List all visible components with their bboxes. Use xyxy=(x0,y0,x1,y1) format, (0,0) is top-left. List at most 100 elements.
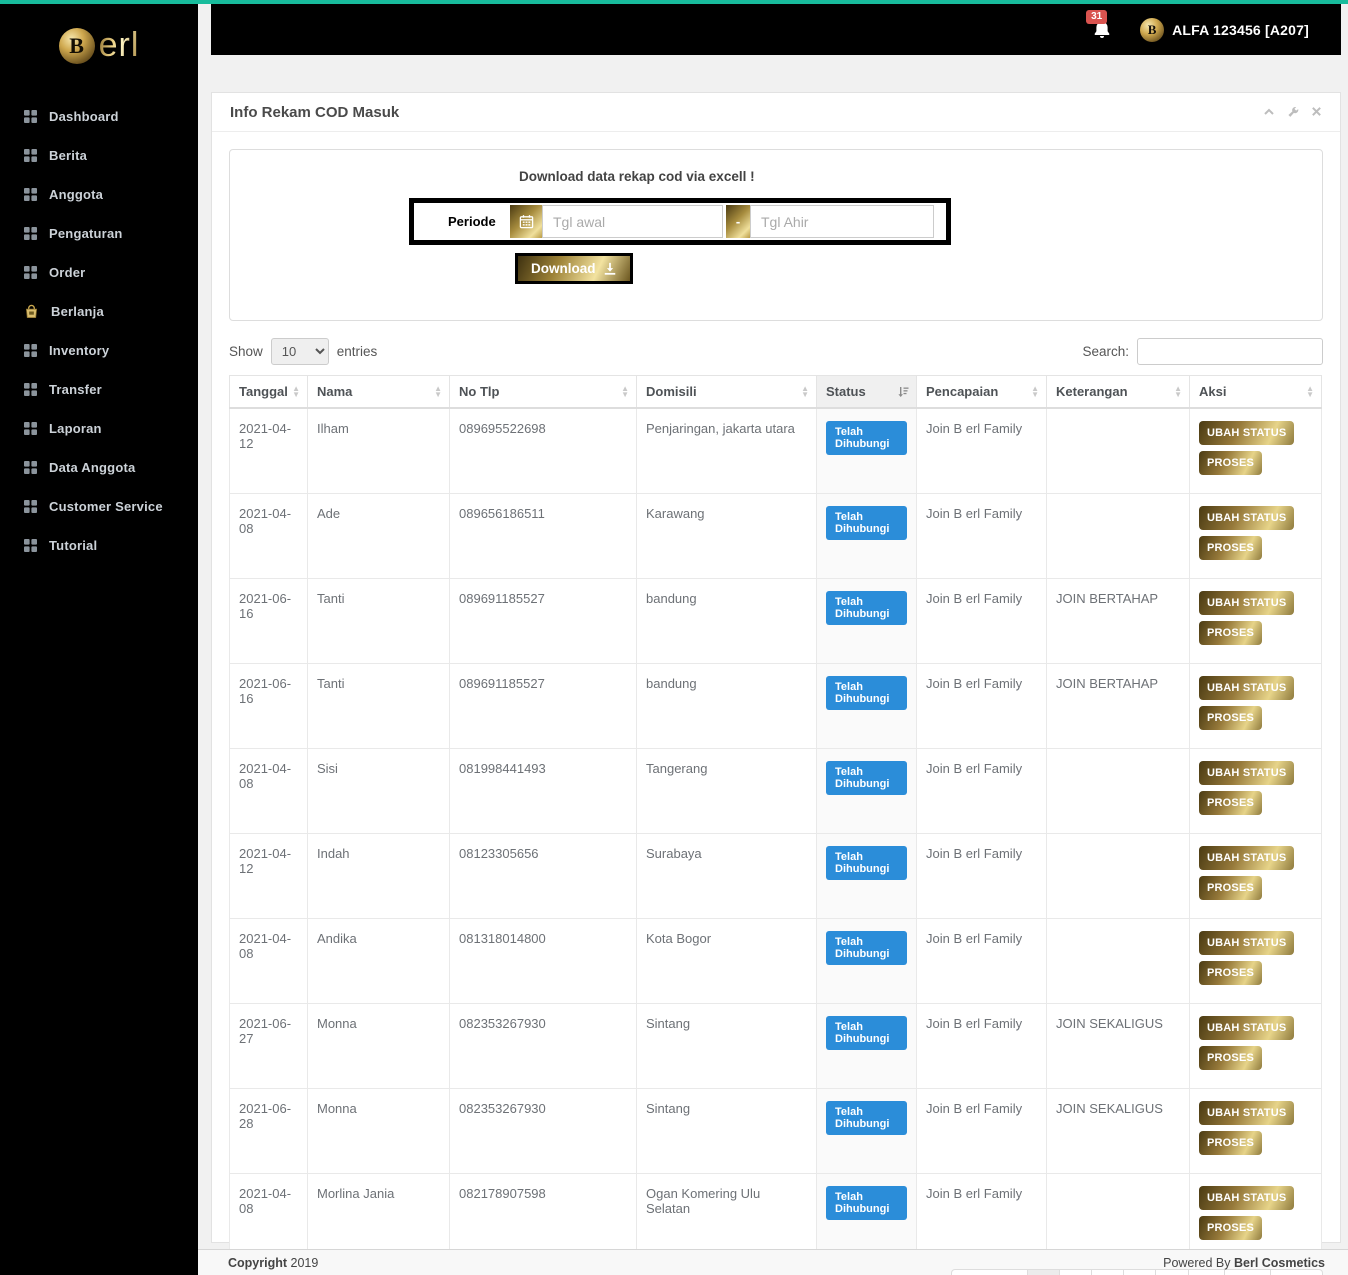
download-button[interactable]: Download xyxy=(515,253,633,284)
cell-pencapaian: Join B erl Family xyxy=(916,1003,1047,1089)
date-separator: - xyxy=(726,205,750,238)
brand-logo[interactable]: B erl xyxy=(0,4,198,83)
notification-count-badge: 31 xyxy=(1086,9,1108,24)
sidebar-item-label: Berlanja xyxy=(51,304,104,319)
proses-button[interactable]: PROSES xyxy=(1199,791,1263,815)
ubah-status-button[interactable]: UBAH STATUS xyxy=(1199,846,1295,870)
sort-icon: ▲ ▼ xyxy=(621,383,629,399)
column-header-no-tlp[interactable]: No Tlp ▲ ▼ xyxy=(449,375,637,409)
column-header-pencapaian[interactable]: Pencapaian ▲ ▼ xyxy=(916,375,1047,409)
status-badge[interactable]: Telah Dihubungi xyxy=(826,761,907,795)
column-header-keterangan[interactable]: Keterangan ▲ ▼ xyxy=(1046,375,1190,409)
tgl-ahir-input[interactable] xyxy=(750,205,934,238)
sidebar-item-order[interactable]: Order xyxy=(0,253,198,292)
column-header-tanggal[interactable]: Tanggal ▲ ▼ xyxy=(229,375,308,409)
cell-tanggal: 2021-04-12 xyxy=(229,833,308,919)
date-range-group: - xyxy=(510,205,946,238)
wrench-icon[interactable] xyxy=(1287,106,1299,118)
proses-button[interactable]: PROSES xyxy=(1199,451,1263,475)
sidebar-item-data-anggota[interactable]: Data Anggota xyxy=(0,448,198,487)
cell-domisili: Penjaringan, jakarta utara xyxy=(636,407,817,494)
page-length-select[interactable]: 10 xyxy=(270,338,329,365)
status-badge[interactable]: Telah Dihubungi xyxy=(826,1016,907,1050)
close-icon[interactable] xyxy=(1311,106,1322,118)
sidebar-item-transfer[interactable]: Transfer xyxy=(0,370,198,409)
show-label: Show xyxy=(229,344,263,359)
sidebar-item-tutorial[interactable]: Tutorial xyxy=(0,526,198,565)
status-badge[interactable]: Telah Dihubungi xyxy=(826,1101,907,1135)
proses-button[interactable]: PROSES xyxy=(1199,621,1263,645)
ubah-status-button[interactable]: UBAH STATUS xyxy=(1199,761,1295,785)
pagination-page-2[interactable]: 2 xyxy=(1058,1269,1093,1275)
proses-button[interactable]: PROSES xyxy=(1199,1131,1263,1155)
ubah-status-button[interactable]: UBAH STATUS xyxy=(1199,591,1295,615)
panel-title: Info Rekam COD Masuk xyxy=(230,103,400,121)
sidebar-item-pengaturan[interactable]: Pengaturan xyxy=(0,214,198,253)
user-menu[interactable]: B ALFA 123456 [A207] xyxy=(1140,17,1309,42)
ubah-status-button[interactable]: UBAH STATUS xyxy=(1199,676,1295,700)
ubah-status-button[interactable]: UBAH STATUS xyxy=(1199,931,1295,955)
cell-aksi: UBAH STATUS PROSES xyxy=(1189,1173,1322,1259)
ubah-status-button[interactable]: UBAH STATUS xyxy=(1199,421,1295,445)
proses-button[interactable]: PROSES xyxy=(1199,876,1263,900)
table-row: 2021-04-12 Ilham 089695522698 Penjaringan, … xyxy=(229,407,1322,494)
status-badge[interactable]: Telah Dihubungi xyxy=(826,421,907,455)
proses-button[interactable]: PROSES xyxy=(1199,706,1263,730)
cell-domisili: bandung xyxy=(636,663,817,749)
brand-logo-text: erl xyxy=(98,26,140,64)
proses-button[interactable]: PROSES xyxy=(1199,1046,1263,1070)
panel-info-rekam-cod: Info Rekam COD Masuk Download data rekap… xyxy=(211,92,1341,1275)
notifications-button[interactable]: 31 xyxy=(1086,9,1114,42)
sidebar-item-inventory[interactable]: Inventory xyxy=(0,331,198,370)
cell-keterangan xyxy=(1046,918,1190,1004)
cell-domisili: Kota Bogor xyxy=(636,918,817,1004)
proses-button[interactable]: PROSES xyxy=(1199,536,1263,560)
pagination-page-3[interactable]: 3 xyxy=(1091,1269,1125,1275)
sidebar-item-berita[interactable]: Berita xyxy=(0,136,198,175)
pagination-page-4[interactable]: 4 xyxy=(1123,1269,1157,1275)
sidebar-item-label: Order xyxy=(49,265,86,280)
sidebar-item-label: Anggota xyxy=(49,187,104,202)
cod-table: Tanggal ▲ ▼ Nama ▲ ▼ No Tlp ▲ ▼ Domisili ▲ ▼ Status P… xyxy=(229,375,1322,1259)
sidebar-item-berlanja[interactable]: Berlanja xyxy=(0,292,198,331)
sidebar-item-laporan[interactable]: Laporan xyxy=(0,409,198,448)
status-badge[interactable]: Telah Dihubungi xyxy=(826,591,907,625)
ubah-status-button[interactable]: UBAH STATUS xyxy=(1199,1101,1295,1125)
column-header-domisili[interactable]: Domisili ▲ ▼ xyxy=(636,375,817,409)
sidebar-item-customer-service[interactable]: Customer Service xyxy=(0,487,198,526)
collapse-icon[interactable] xyxy=(1263,106,1275,118)
column-header-status[interactable]: Status xyxy=(816,375,917,409)
download-section: Download data rekap cod via excell ! Per… xyxy=(229,149,1323,321)
proses-button[interactable]: PROSES xyxy=(1199,961,1263,985)
tgl-awal-input[interactable] xyxy=(542,205,723,238)
sidebar-item-anggota[interactable]: Anggota xyxy=(0,175,198,214)
cell-keterangan xyxy=(1046,493,1190,579)
proses-button[interactable]: PROSES xyxy=(1199,1216,1263,1240)
status-badge[interactable]: Telah Dihubungi xyxy=(826,506,907,540)
sidebar-item-dashboard[interactable]: Dashboard xyxy=(0,97,198,136)
sort-icon: ▲ ▼ xyxy=(1306,383,1314,399)
cell-status: Telah Dihubungi xyxy=(816,407,917,494)
copyright-text: Copyright 2019 xyxy=(228,1256,319,1270)
status-badge[interactable]: Telah Dihubungi xyxy=(826,1186,907,1220)
status-badge[interactable]: Telah Dihubungi xyxy=(826,846,907,880)
ubah-status-button[interactable]: UBAH STATUS xyxy=(1199,1016,1295,1040)
sidebar-menu: Dashboard Berita Anggota Pengaturan Order Ber… xyxy=(0,97,198,565)
cell-aksi: UBAH STATUS PROSES xyxy=(1189,663,1322,749)
cell-status: Telah Dihubungi xyxy=(816,918,917,1004)
ubah-status-button[interactable]: UBAH STATUS xyxy=(1199,506,1295,530)
column-header-nama[interactable]: Nama ▲ ▼ xyxy=(307,375,450,409)
status-badge[interactable]: Telah Dihubungi xyxy=(826,931,907,965)
user-avatar: B xyxy=(1140,17,1165,42)
cell-nama: Monna xyxy=(307,1088,450,1174)
column-header-aksi[interactable]: Aksi ▲ ▼ xyxy=(1189,375,1322,409)
status-badge[interactable]: Telah Dihubungi xyxy=(826,676,907,710)
pagination-page-1[interactable]: 1 xyxy=(1026,1269,1060,1275)
ubah-status-button[interactable]: UBAH STATUS xyxy=(1199,1186,1295,1210)
table-row: 2021-06-27 Monna 082353267930 Sintang Telah … xyxy=(229,1003,1322,1089)
cell-tanggal: 2021-04-08 xyxy=(229,918,308,1004)
pagination-previous[interactable]: Previous xyxy=(950,1269,1028,1275)
cell-tanggal: 2021-06-16 xyxy=(229,663,308,749)
search-input[interactable] xyxy=(1137,338,1323,365)
cell-status: Telah Dihubungi xyxy=(816,748,917,834)
